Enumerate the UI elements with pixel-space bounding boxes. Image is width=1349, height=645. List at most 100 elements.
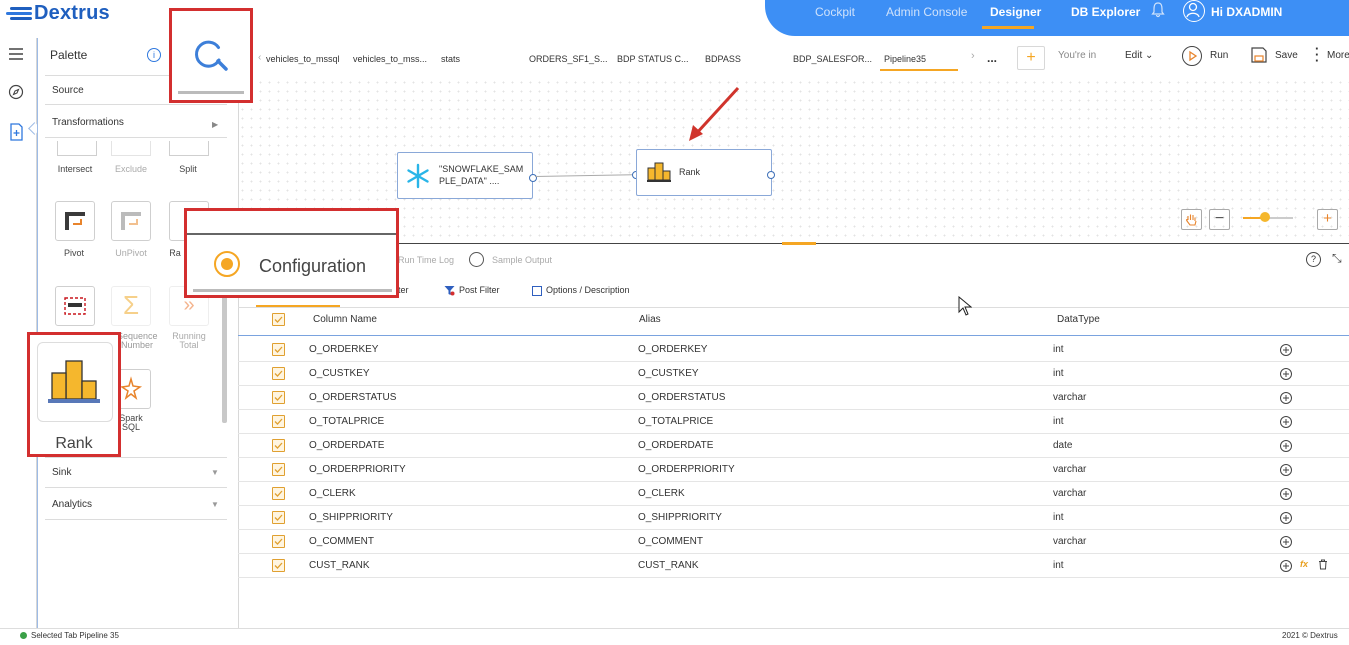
sequence-number-tool-icon[interactable]: Σ bbox=[111, 286, 151, 326]
resize-handle[interactable] bbox=[782, 242, 816, 245]
tab-stats[interactable]: stats bbox=[441, 54, 460, 64]
expression-fx-icon[interactable]: fx bbox=[1300, 559, 1308, 569]
zoom-in-button[interactable]: + bbox=[1317, 209, 1338, 230]
add-row-icon[interactable] bbox=[1280, 464, 1292, 476]
tabs-overflow[interactable]: ... bbox=[987, 51, 997, 65]
tab-vehicles-to-mssql[interactable]: vehicles_to_mssql bbox=[266, 54, 340, 64]
add-row-icon[interactable] bbox=[1280, 560, 1292, 572]
tab-orders-sf1[interactable]: ORDERS_SF1_S... bbox=[529, 54, 608, 64]
header-datatype[interactable]: DataType bbox=[1057, 314, 1100, 325]
trash-icon[interactable] bbox=[1318, 559, 1328, 573]
zoom-out-button[interactable]: − bbox=[1209, 209, 1230, 230]
rank-tool-large[interactable] bbox=[37, 342, 113, 422]
add-row-icon[interactable] bbox=[1280, 344, 1292, 356]
search-icon[interactable] bbox=[193, 36, 231, 77]
subtab-prefilter[interactable]: ter bbox=[398, 285, 409, 295]
tab-bdpass[interactable]: BDPASS bbox=[705, 54, 741, 64]
menu-icon[interactable] bbox=[9, 48, 23, 63]
nav-cockpit[interactable]: Cockpit bbox=[815, 5, 855, 19]
expand-icon[interactable]: ⤡ bbox=[1332, 251, 1342, 266]
add-row-icon[interactable] bbox=[1280, 416, 1292, 428]
save-button[interactable]: Save bbox=[1275, 50, 1298, 61]
chevron-down-icon-2[interactable]: ▼ bbox=[211, 500, 219, 509]
row-checkbox[interactable] bbox=[272, 463, 285, 476]
row-checkbox[interactable] bbox=[272, 511, 285, 524]
row-checkbox[interactable] bbox=[272, 343, 285, 356]
nav-db-explorer[interactable]: DB Explorer bbox=[1071, 5, 1140, 19]
tab-run-time-log[interactable]: Run Time Log bbox=[398, 255, 454, 265]
add-row-icon[interactable] bbox=[1280, 536, 1292, 548]
table-row[interactable]: O_COMMENT O_COMMENT varchar bbox=[238, 529, 1349, 554]
section-analytics[interactable]: Analytics bbox=[45, 489, 227, 520]
info-icon[interactable]: i bbox=[147, 48, 161, 62]
snowflake-source-node[interactable]: "SNOWFLAKE_SAMPLE_DATA" .... bbox=[397, 152, 533, 199]
user-avatar-icon[interactable] bbox=[1183, 0, 1205, 22]
table-row[interactable]: O_CUSTKEY O_CUSTKEY int bbox=[238, 361, 1349, 386]
section-sink[interactable]: Sink bbox=[45, 457, 227, 488]
tabs-scroll-right-icon[interactable]: › bbox=[971, 50, 975, 62]
exclude-tool-icon[interactable] bbox=[111, 141, 151, 156]
help-icon[interactable]: ? bbox=[1306, 252, 1321, 267]
row-checkbox[interactable] bbox=[272, 487, 285, 500]
more-vertical-icon[interactable]: · · · bbox=[1315, 42, 1319, 67]
split-tool-icon[interactable] bbox=[169, 141, 209, 156]
section-transformations[interactable]: Transformations bbox=[45, 107, 227, 138]
select-all-checkbox[interactable] bbox=[272, 313, 285, 326]
row-checkbox[interactable] bbox=[272, 559, 285, 572]
table-row[interactable]: O_CLERK O_CLERK varchar bbox=[238, 481, 1349, 506]
header-column-name[interactable]: Column Name bbox=[313, 314, 377, 325]
table-row[interactable]: O_TOTALPRICE O_TOTALPRICE int bbox=[238, 409, 1349, 434]
row-checkbox[interactable] bbox=[272, 367, 285, 380]
sample-output-radio[interactable] bbox=[469, 252, 484, 267]
table-row[interactable]: O_ORDERDATE O_ORDERDATE date bbox=[238, 433, 1349, 458]
configuration-tab[interactable]: Configuration bbox=[259, 256, 366, 277]
table-row[interactable]: CUST_RANK CUST_RANK int fx bbox=[238, 553, 1349, 578]
header-alias[interactable]: Alias bbox=[639, 314, 661, 325]
add-row-icon[interactable] bbox=[1280, 488, 1292, 500]
save-icon[interactable] bbox=[1250, 46, 1268, 67]
palette-scrollbar[interactable] bbox=[222, 285, 227, 423]
tab-bdp-salesforce[interactable]: BDP_SALESFOR... bbox=[793, 54, 872, 64]
intersect-tool-icon[interactable] bbox=[57, 141, 97, 156]
bell-icon[interactable] bbox=[1151, 2, 1165, 21]
table-row[interactable]: O_ORDERKEY O_ORDERKEY int bbox=[238, 337, 1349, 362]
add-tab-button[interactable]: + bbox=[1017, 46, 1045, 70]
tab-vehicles-to-mss[interactable]: vehicles_to_mss... bbox=[353, 54, 427, 64]
row-checkbox[interactable] bbox=[272, 415, 285, 428]
row-checkbox[interactable] bbox=[272, 439, 285, 452]
pan-hand-icon[interactable] bbox=[1181, 209, 1202, 230]
run-icon[interactable] bbox=[1182, 46, 1202, 66]
row-checkbox[interactable] bbox=[272, 535, 285, 548]
edit-dropdown[interactable]: Edit ⌄ bbox=[1125, 50, 1153, 61]
add-row-icon[interactable] bbox=[1280, 392, 1292, 404]
subtab-post-filter[interactable]: Post Filter bbox=[459, 285, 500, 295]
rank-node[interactable]: Rank bbox=[636, 149, 772, 196]
tab-pipeline35[interactable]: Pipeline35 bbox=[884, 54, 926, 64]
zoom-slider-thumb[interactable] bbox=[1260, 212, 1270, 222]
run-button[interactable]: Run bbox=[1210, 50, 1228, 61]
designer-add-icon[interactable] bbox=[8, 123, 24, 144]
row-checkbox[interactable] bbox=[272, 391, 285, 404]
pivot-tool-icon[interactable] bbox=[55, 201, 95, 241]
rank-output-port[interactable] bbox=[767, 171, 775, 179]
add-row-icon[interactable] bbox=[1280, 440, 1292, 452]
user-greeting[interactable]: Hi DXADMIN bbox=[1211, 5, 1282, 19]
filter-tool-icon[interactable] bbox=[55, 286, 95, 326]
compass-icon[interactable] bbox=[8, 84, 24, 103]
tab-sample-output[interactable]: Sample Output bbox=[492, 255, 552, 265]
nav-designer[interactable]: Designer bbox=[990, 5, 1041, 19]
tab-bdp-status[interactable]: BDP STATUS C... bbox=[617, 54, 689, 64]
table-row[interactable]: O_ORDERSTATUS O_ORDERSTATUS varchar bbox=[238, 385, 1349, 410]
chevron-right-icon[interactable]: ▶ bbox=[212, 120, 218, 129]
configuration-radio-icon[interactable] bbox=[214, 251, 240, 277]
unpivot-tool-icon[interactable] bbox=[111, 201, 151, 241]
nav-admin-console[interactable]: Admin Console bbox=[886, 5, 967, 19]
more-button[interactable]: More bbox=[1327, 50, 1349, 61]
subtab-options[interactable]: Options / Description bbox=[546, 285, 630, 295]
table-row[interactable]: O_SHIPPRIORITY O_SHIPPRIORITY int bbox=[238, 505, 1349, 530]
app-logo[interactable]: Dextrus bbox=[34, 2, 110, 25]
tabs-scroll-left-icon[interactable]: ‹ bbox=[258, 52, 261, 63]
chevron-down-icon[interactable]: ▼ bbox=[211, 468, 219, 477]
table-row[interactable]: O_ORDERPRIORITY O_ORDERPRIORITY varchar bbox=[238, 457, 1349, 482]
add-row-icon[interactable] bbox=[1280, 368, 1292, 380]
